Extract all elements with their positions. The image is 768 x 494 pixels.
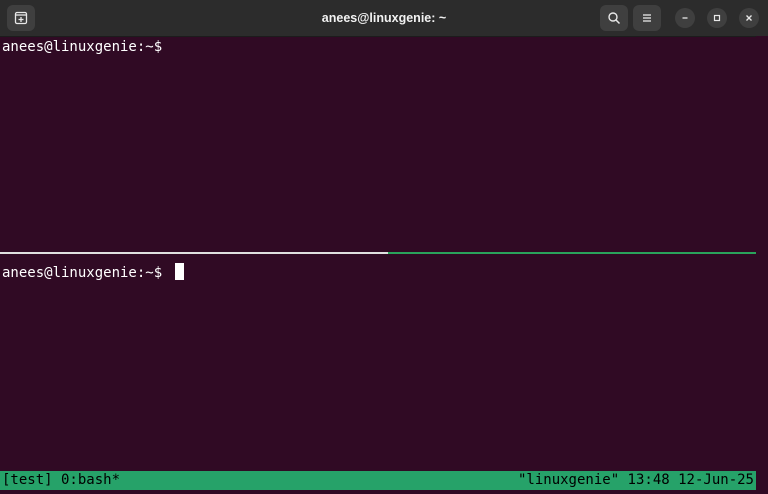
search-icon xyxy=(608,12,621,25)
pane-divider-active xyxy=(388,252,756,254)
close-icon xyxy=(746,15,752,21)
menu-button[interactable] xyxy=(633,5,661,31)
pane-bottom-prompt: anees@linuxgenie:~$ xyxy=(2,265,171,281)
close-button[interactable] xyxy=(739,8,759,28)
terminal-cursor xyxy=(174,263,184,280)
status-session-window: [test] 0:bash* xyxy=(2,472,121,488)
minimize-button[interactable] xyxy=(675,8,695,28)
status-host-time-date: "linuxgenie" 13:48 12-Jun-25 xyxy=(517,472,754,488)
maximize-button[interactable] xyxy=(707,8,727,28)
menu-icon xyxy=(643,14,651,22)
tmux-pane-bottom[interactable]: anees@linuxgenie:~$ xyxy=(0,256,768,470)
tmux-status-bar: [test] 0:bash* "linuxgenie" 13:48 12-Jun… xyxy=(0,471,756,490)
pane-top-prompt: anees@linuxgenie:~$ xyxy=(2,39,163,55)
search-button[interactable] xyxy=(600,5,628,31)
minimize-icon xyxy=(682,17,688,19)
scrollbar-track xyxy=(756,36,768,494)
title-bar: anees@linuxgenie: ~ xyxy=(0,0,768,37)
pane-bottom-line: anees@linuxgenie:~$ xyxy=(2,263,184,283)
terminal-window: anees@linuxgenie: ~ anees@linuxgenie:~$ … xyxy=(0,0,768,494)
pane-divider-left xyxy=(0,252,388,254)
maximize-icon xyxy=(713,14,721,22)
tmux-pane-top[interactable]: anees@linuxgenie:~$ xyxy=(0,36,768,252)
